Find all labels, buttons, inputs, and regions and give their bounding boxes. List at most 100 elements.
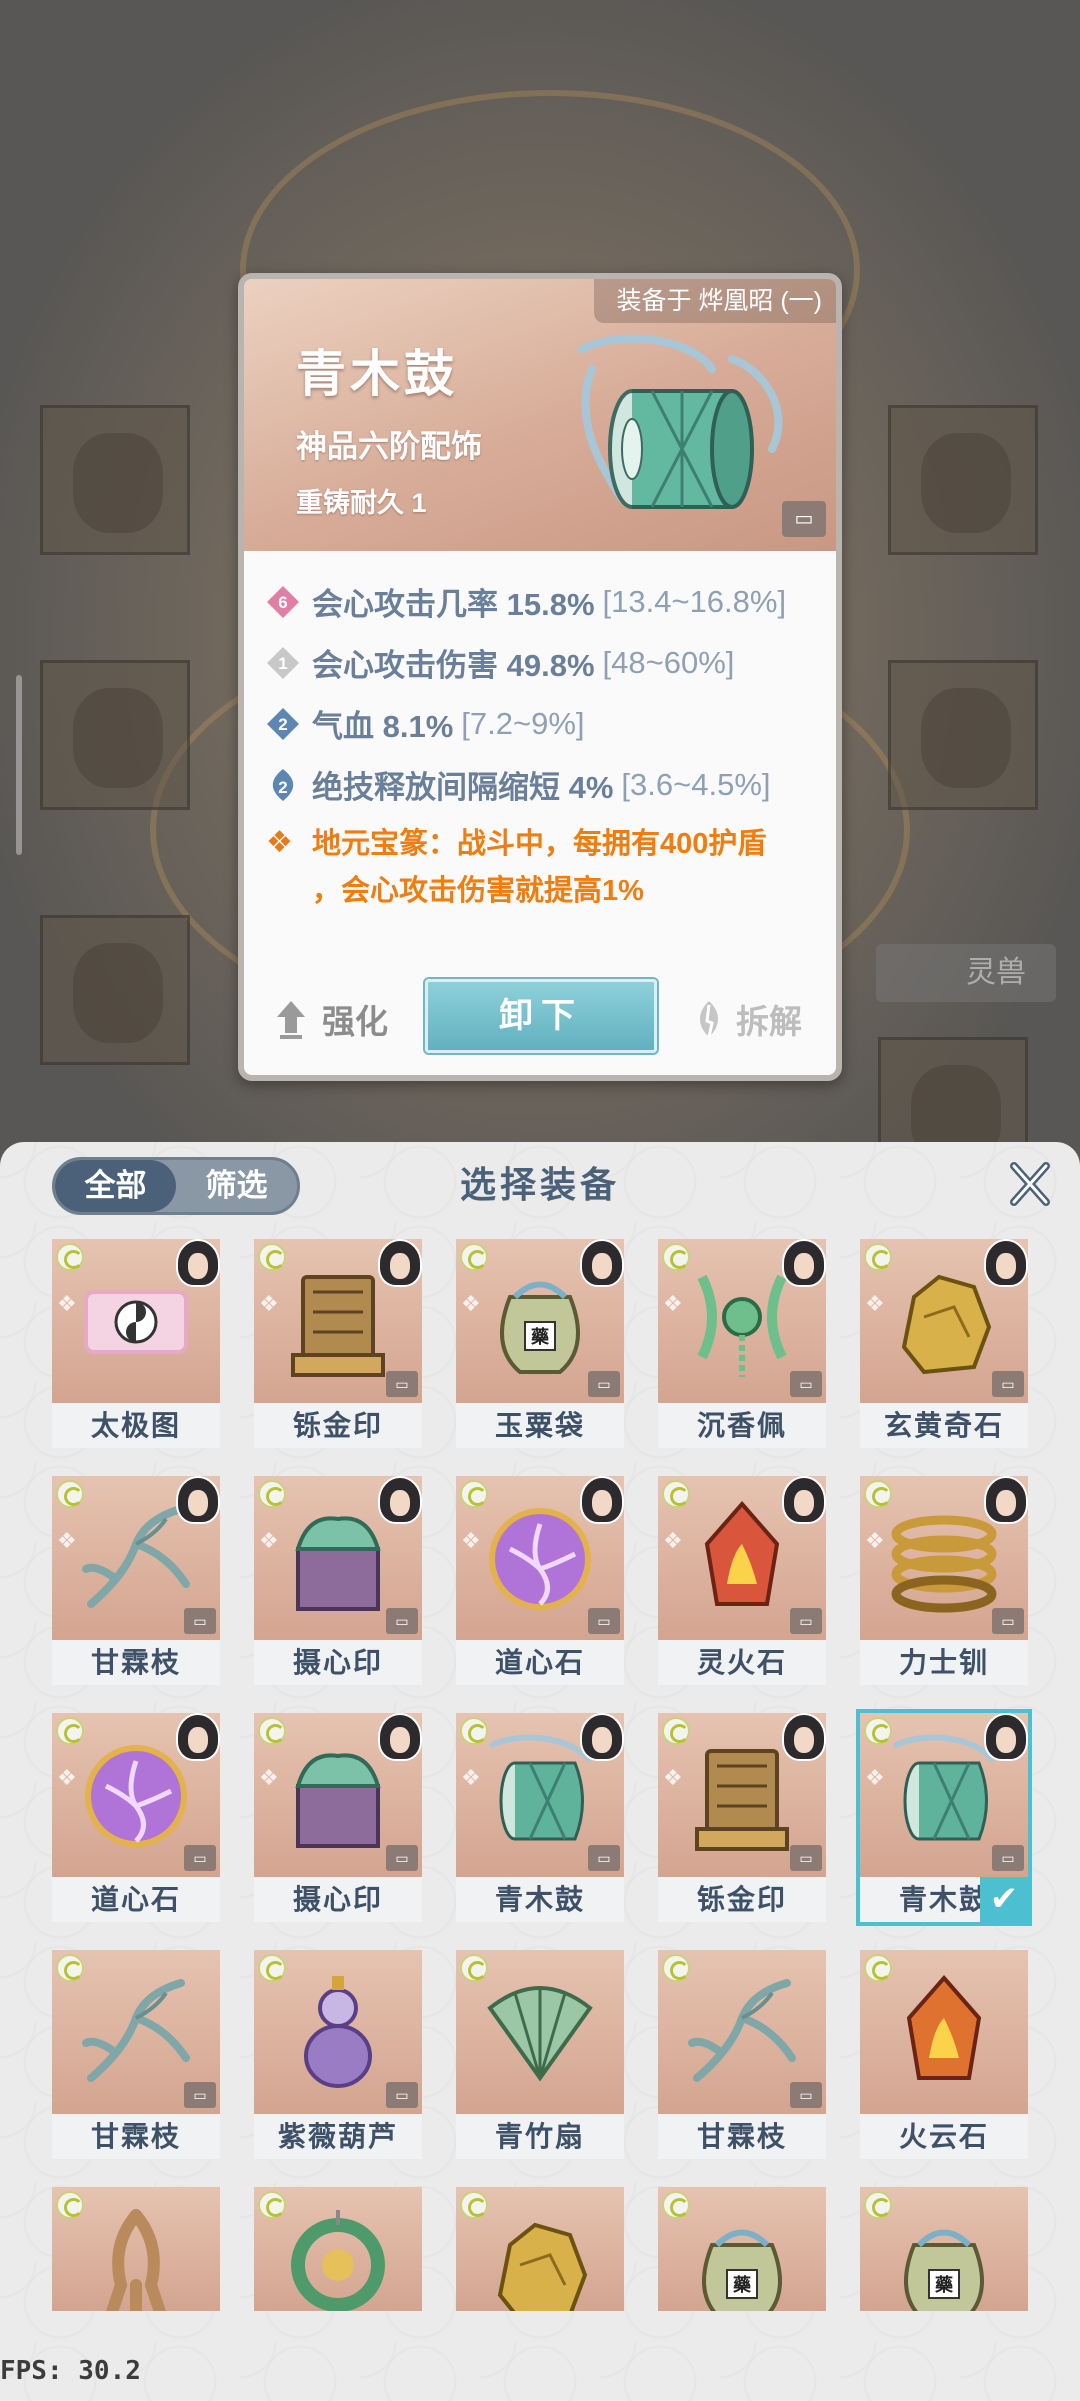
- equipment-card-image: ❖ ▭: [254, 1476, 422, 1640]
- equipment-card-image: ❖ ▭: [52, 1476, 220, 1640]
- equipment-name: 甘霖枝: [658, 2114, 826, 2159]
- background-slot: [40, 915, 190, 1065]
- grade-icon: [864, 1717, 892, 1745]
- lock-icon: ▭: [992, 1608, 1024, 1634]
- owner-avatar: [782, 1713, 826, 1761]
- lock-icon: ▭: [790, 2082, 822, 2108]
- equipment-card[interactable]: ❖ ▭ 铄金印: [254, 1239, 422, 1448]
- grade-icon: [56, 1717, 84, 1745]
- equipment-card[interactable]: ❖ ▭ 甘霖枝: [52, 1476, 220, 1685]
- enhance-button[interactable]: 强化: [274, 991, 388, 1047]
- dismantle-label: 拆解: [736, 1003, 802, 1040]
- equipment-card[interactable]: ❖ ▭ 摄心印: [254, 1476, 422, 1685]
- grade-icon: [258, 2191, 286, 2219]
- svg-text:1: 1: [278, 654, 287, 673]
- equipment-card-image: 藥: [658, 2187, 826, 2311]
- lock-icon: ▭: [588, 1371, 620, 1397]
- equipment-card[interactable]: ❖ ▭ 铄金印: [658, 1713, 826, 1922]
- equipment-grid: ❖ 太极图 ❖ ▭ 铄金印藥 ❖ ▭ 玉粟袋 ❖ ▭ 沉香佩 ❖ ▭ 玄黄奇石 ❖ ▭ 甘霖枝 ❖ ▭ 摄心印 ❖ ▭ 道心…: [0, 1142, 1080, 2401]
- set-mark-icon: ❖: [57, 1291, 77, 1316]
- grade-icon: [662, 2191, 690, 2219]
- stat-range: [7.2~9%]: [461, 705, 585, 741]
- unequip-button[interactable]: 卸下: [425, 979, 657, 1053]
- equipment-card[interactable]: ❖ ▭ 灵火石: [658, 1476, 826, 1685]
- grade-icon: [258, 1480, 286, 1508]
- equipment-name: 玄黄奇石: [860, 1403, 1028, 1448]
- equipment-card[interactable]: 青竹扇: [456, 1950, 624, 2159]
- grade-icon: [56, 1243, 84, 1271]
- equipment-card[interactable]: ❖ ▭ 摄心印: [254, 1713, 422, 1922]
- equipment-card[interactable]: ▭ 甘霖枝: [52, 1950, 220, 2159]
- set-bonus: ❖ 地元宝篆：战斗中，每拥有400护盾 ，会心攻击伤害就提高1%: [266, 821, 826, 915]
- fps-counter: FPS: 30.2: [0, 2356, 141, 2386]
- lock-icon: ▭: [588, 1845, 620, 1871]
- equipment-card-image: ❖ ▭: [254, 1713, 422, 1877]
- owner-avatar: [984, 1239, 1028, 1287]
- grade-icon: [258, 1954, 286, 1982]
- stat-range: [3.6~4.5%]: [621, 766, 771, 802]
- equipped-on-label: 装备于 烨凰昭 (一): [594, 279, 836, 323]
- equipment-card[interactable]: 藥: [860, 2187, 1028, 2311]
- svg-text:藥: 藥: [934, 2275, 954, 2295]
- equipment-art: [106, 2209, 166, 2311]
- equipment-card[interactable]: ❖ ▭ 道心石: [456, 1476, 624, 1685]
- equipment-card[interactable]: ❖ ▭ 沉香佩: [658, 1239, 826, 1448]
- set-mark-icon: ❖: [663, 1765, 683, 1790]
- item-detail-popup: 装备于 烨凰昭 (一) 青木鼓 神品六阶配饰 重铸耐久 1 ▭ 6 会心攻击几率…: [238, 273, 842, 1081]
- equipment-name: 摄心印: [254, 1640, 422, 1685]
- equipment-art: 藥: [702, 2229, 782, 2311]
- item-name: 青木鼓: [296, 344, 458, 403]
- equipment-card[interactable]: ▭ 紫薇葫芦: [254, 1950, 422, 2159]
- lock-icon[interactable]: ▭: [782, 501, 826, 537]
- equipment-card[interactable]: ❖ 太极图: [52, 1239, 220, 1448]
- equipment-card[interactable]: ▭ 甘霖枝: [658, 1950, 826, 2159]
- grade-icon: [258, 1243, 286, 1271]
- lock-icon: ▭: [588, 1608, 620, 1634]
- lock-icon: ▭: [790, 1608, 822, 1634]
- equipment-name: 沉香佩: [658, 1403, 826, 1448]
- equipment-card-image: ❖ ▭: [860, 1239, 1028, 1403]
- equipment-card[interactable]: ❖ ▭ 青木鼓 ✔: [856, 1709, 1032, 1926]
- owner-avatar: [378, 1713, 422, 1761]
- stat-rank-badge-icon: 2: [272, 768, 294, 801]
- set-bonus-line: ，会心攻击伤害就提高1%: [312, 875, 644, 907]
- equipment-card-image: ▭: [52, 1950, 220, 2114]
- dismantle-button[interactable]: 拆解: [694, 991, 802, 1047]
- lock-icon: ▭: [184, 1845, 216, 1871]
- equipment-card-image: ❖ ▭: [860, 1713, 1028, 1877]
- set-mark-icon: ❖: [57, 1765, 77, 1790]
- equipment-name: 铄金印: [254, 1403, 422, 1448]
- equipment-name: 青竹扇: [456, 2114, 624, 2159]
- equipment-card-image: [456, 2187, 624, 2311]
- equipment-name: 力士钏: [860, 1640, 1028, 1685]
- equipment-card[interactable]: ❖ ▭ 道心石: [52, 1713, 220, 1922]
- equipment-card-image: [254, 2187, 422, 2311]
- lock-icon: ▭: [386, 1371, 418, 1397]
- stat-value: 会心攻击伤害 49.8%: [312, 648, 595, 683]
- equipment-card[interactable]: ❖ ▭ 力士钏: [860, 1476, 1028, 1685]
- equipment-art: 藥: [904, 2229, 984, 2311]
- grade-icon: [662, 1717, 690, 1745]
- equipment-card[interactable]: ❖ ▭ 玄黄奇石: [860, 1239, 1028, 1448]
- stat-row: 2 气血 8.1% [7.2~9%]: [266, 693, 826, 754]
- lock-icon: ▭: [790, 1845, 822, 1871]
- set-mark-icon: ❖: [259, 1765, 279, 1790]
- equipment-card[interactable]: 藥 ❖ ▭ 玉粟袋: [456, 1239, 624, 1448]
- equipment-card[interactable]: [456, 2187, 624, 2311]
- grade-icon: [56, 2191, 84, 2219]
- equipment-card[interactable]: [254, 2187, 422, 2311]
- equipment-card[interactable]: ❖ ▭ 青木鼓: [456, 1713, 624, 1922]
- equipment-art: [304, 1976, 372, 2088]
- equipment-card[interactable]: 藥: [658, 2187, 826, 2311]
- popup-actions: 强化 卸下 拆解: [244, 979, 836, 1075]
- equipment-name: 甘霖枝: [52, 1640, 220, 1685]
- lock-icon: ▭: [386, 2082, 418, 2108]
- owner-avatar: [782, 1239, 826, 1287]
- equipment-card[interactable]: 火云石: [860, 1950, 1028, 2159]
- equipment-art: [906, 1974, 982, 2080]
- stat-row: 2 绝技释放间隔缩短 4% [3.6~4.5%]: [266, 754, 826, 815]
- equipment-card[interactable]: [52, 2187, 220, 2311]
- owner-avatar: [176, 1476, 220, 1524]
- equipment-name: 紫薇葫芦: [254, 2114, 422, 2159]
- equipment-select-panel: 全部 筛选 选择装备 ❖ 太极图 ❖ ▭ 铄金印藥 ❖ ▭ 玉粟袋 ❖ ▭ 沉香佩 ❖ ▭ 玄黄奇石 ❖ ▭ 甘…: [0, 1142, 1080, 2401]
